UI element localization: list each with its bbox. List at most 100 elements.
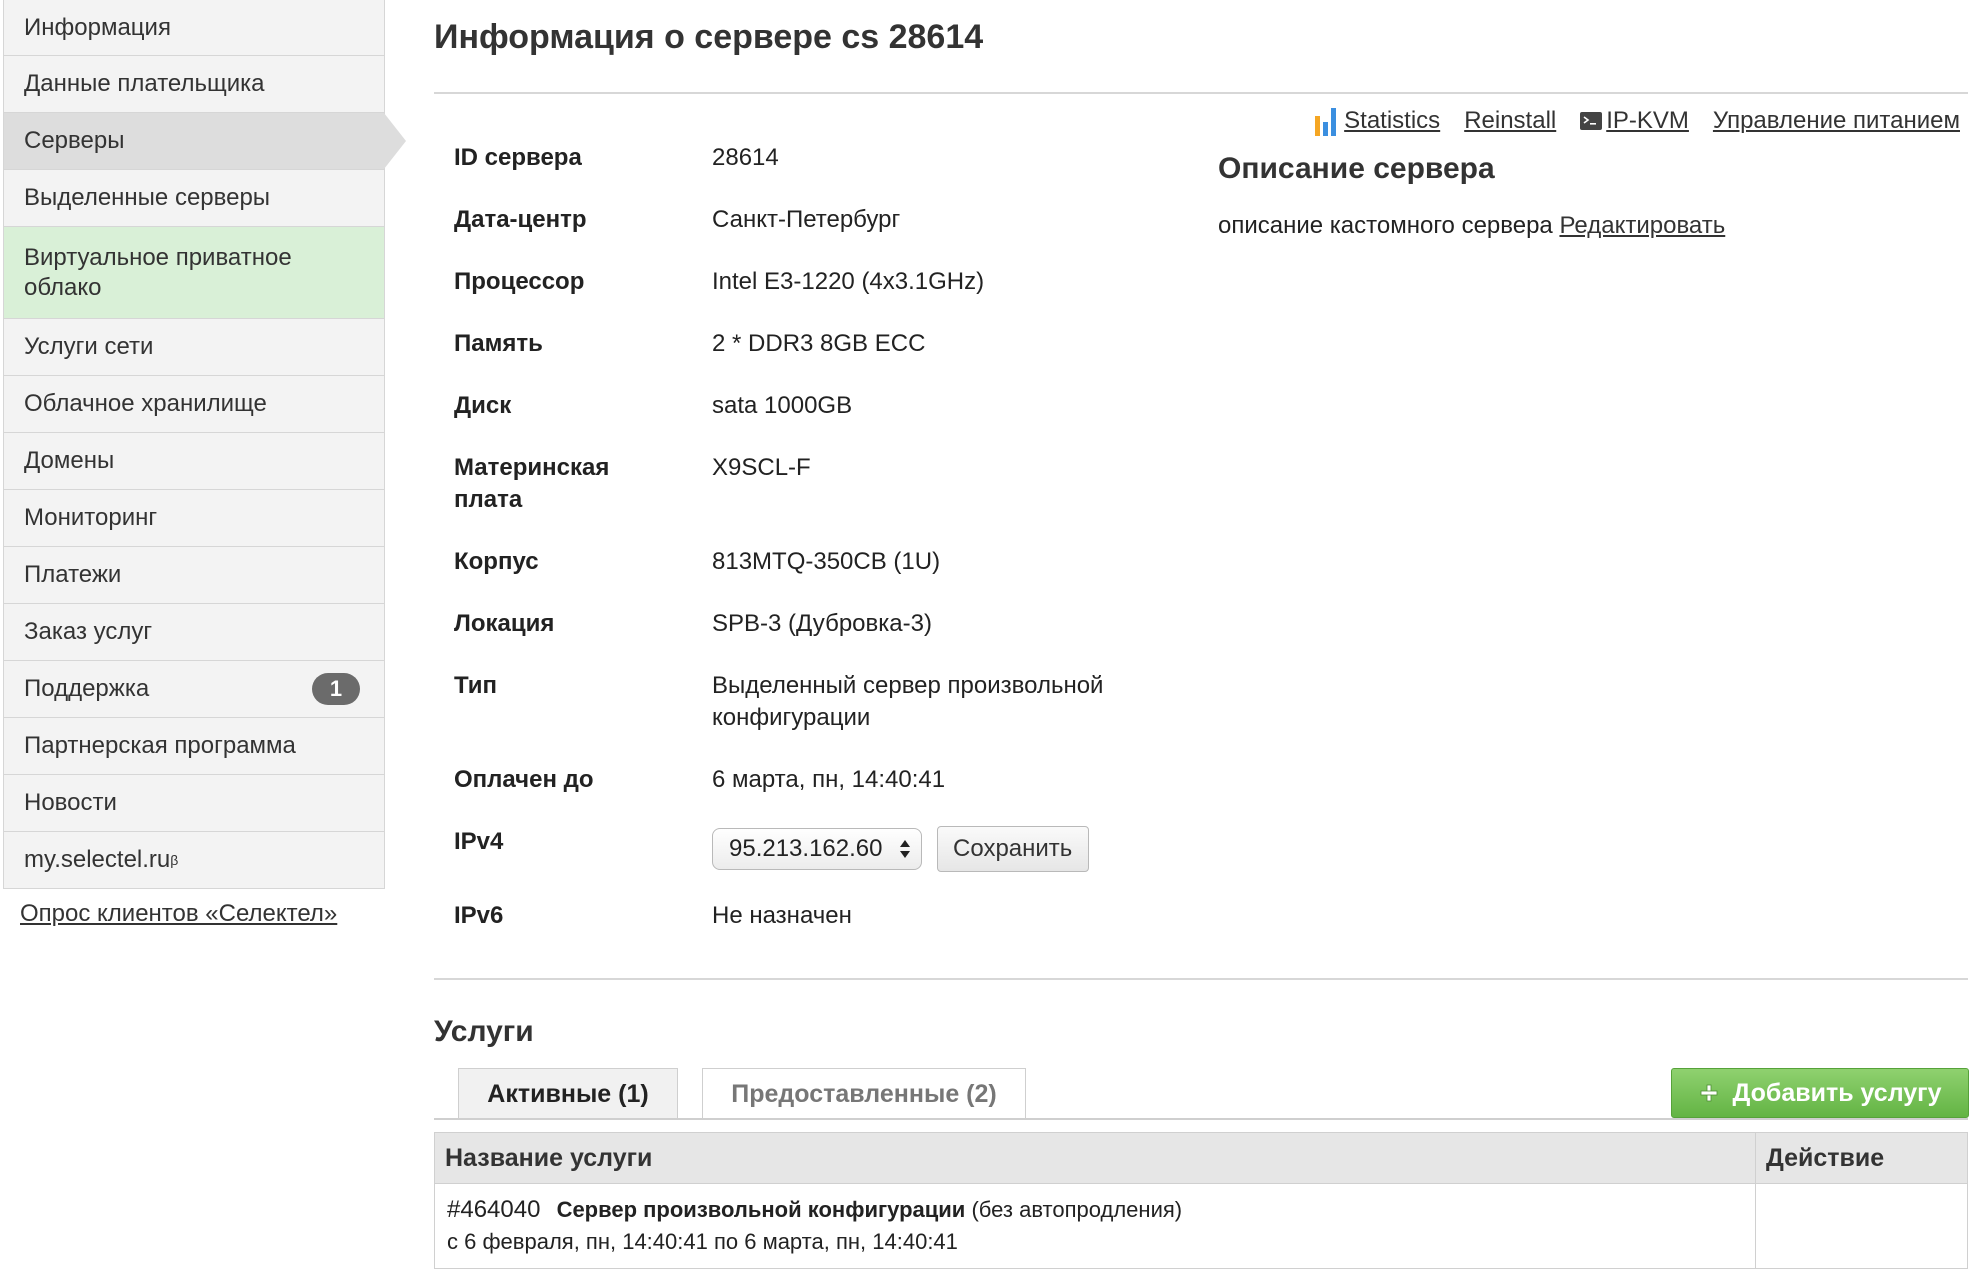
spec-label: Материнская плата	[454, 454, 610, 513]
sidebar-item-label: Новости	[24, 789, 117, 816]
ipv4-selected-value: 95.213.162.60	[729, 835, 883, 862]
sidebar-item-label: Облачное хранилище	[24, 390, 267, 417]
add-service-button[interactable]: Добавить услугу	[1671, 1068, 1969, 1118]
sidebar-item-dedicated-servers[interactable]: Выделенные серверы	[3, 170, 385, 227]
sidebar-item-label: my.selectel.ru	[24, 846, 171, 873]
spec-row: Локация SPB-3 (Дубровка-3)	[454, 608, 1114, 640]
ipkvm-link-group[interactable]: IP-KVM	[1580, 107, 1689, 135]
ipv4-select[interactable]: 95.213.162.60	[712, 828, 922, 870]
sidebar-item-label: Услуги сети	[24, 333, 154, 360]
beta-mark: β	[170, 852, 179, 868]
spec-row: Корпус 813MTQ-350CB (1U)	[454, 546, 1114, 578]
sidebar-item-order-services[interactable]: Заказ услуг	[3, 604, 385, 661]
service-note: (без автопродления)	[971, 1197, 1183, 1222]
tab-active-services[interactable]: Активные (1)	[458, 1068, 678, 1120]
server-description: описание кастомного сервера Редактироват…	[1218, 212, 1725, 240]
spec-label: Локация	[454, 610, 555, 637]
ipkvm-link[interactable]: IP-KVM	[1606, 107, 1689, 135]
spec-value: 6 марта, пн, 14:40:41	[712, 766, 946, 793]
edit-description-link[interactable]: Редактировать	[1559, 212, 1725, 239]
sidebar-item-partner-program[interactable]: Партнерская программа	[3, 718, 385, 775]
spec-label: Оплачен до	[454, 766, 594, 793]
save-button[interactable]: Сохранить	[936, 826, 1089, 872]
add-service-label: Добавить услугу	[1732, 1078, 1942, 1107]
spec-value: Выделенный сервер произвольной конфигура…	[712, 672, 1104, 731]
spec-row: Процессор Intel E3-1220 (4x3.1GHz)	[454, 266, 1114, 298]
reinstall-link[interactable]: Reinstall	[1464, 107, 1556, 135]
sidebar-item-support[interactable]: Поддержка 1	[3, 661, 385, 718]
spec-label: IPv6	[454, 902, 504, 929]
survey-link[interactable]: Опрос клиентов «Селектел»	[20, 900, 337, 928]
tabs-divider	[434, 1118, 1968, 1120]
spec-row: Оплачен до 6 марта, пн, 14:40:41	[454, 764, 1114, 796]
server-specs: ID сервера 28614 Дата-центр Санкт-Петербур…	[454, 142, 1114, 962]
tab-provided-services[interactable]: Предоставленные (2)	[702, 1068, 1026, 1120]
spec-label: Дата-центр	[454, 206, 587, 233]
divider	[434, 978, 1968, 980]
sidebar-item-monitoring[interactable]: Мониторинг	[3, 490, 385, 547]
plus-icon	[1700, 1084, 1717, 1102]
page-title: Информация о сервере cs 28614	[434, 18, 984, 56]
sidebar-item-label: Мониторинг	[24, 504, 158, 531]
statistics-link[interactable]: Statistics	[1344, 107, 1440, 135]
spec-label: Память	[454, 330, 543, 357]
spec-value: sata 1000GB	[712, 392, 853, 419]
sidebar-item-servers[interactable]: Серверы	[3, 113, 406, 170]
service-cell: #464040 Сервер произвольной конфигурации…	[434, 1183, 1756, 1269]
spec-row: Материнская плата X9SCL-F	[454, 452, 1114, 516]
spec-row: Память 2 * DDR3 8GB ECC	[454, 328, 1114, 360]
spec-value: 2 * DDR3 8GB ECC	[712, 330, 926, 357]
sidebar-item-label: Домены	[24, 447, 115, 474]
server-description-title: Описание сервера	[1218, 152, 1495, 185]
sidebar-item-label: Виртуальное приватное облако	[24, 243, 292, 301]
server-toolbar: Statistics Reinstall IP-KVM Управление п…	[1314, 106, 1960, 136]
spec-value: 28614	[712, 144, 779, 171]
terminal-icon	[1580, 112, 1603, 130]
spec-row: IPv4 95.213.162.60 Сохранить	[454, 826, 1114, 872]
sidebar-item-label: Данные плательщика	[24, 70, 265, 97]
sidebar-item-info[interactable]: Информация	[3, 0, 385, 56]
spec-value: 813MTQ-350CB (1U)	[712, 548, 941, 575]
support-count-badge: 1	[312, 673, 360, 705]
spec-value: Санкт-Петербург	[712, 206, 901, 233]
column-header-action: Действие	[1755, 1132, 1968, 1184]
table-row: #464040 Сервер произвольной конфигурации…	[434, 1183, 1968, 1269]
select-arrows-icon	[900, 840, 910, 858]
column-header-name: Название услуги	[434, 1132, 1756, 1184]
power-management-link[interactable]: Управление питанием	[1713, 107, 1960, 135]
statistics-link-group[interactable]: Statistics	[1314, 106, 1440, 136]
spec-label: Диск	[454, 392, 512, 419]
sidebar-item-label: Партнерская программа	[24, 732, 296, 759]
sidebar-item-label: Информация	[24, 13, 171, 41]
sidebar-item-domains[interactable]: Домены	[3, 433, 385, 490]
sidebar-item-cloud-storage[interactable]: Облачное хранилище	[3, 376, 385, 433]
spec-label: Процессор	[454, 268, 585, 295]
sidebar-item-payer-data[interactable]: Данные плательщика	[3, 56, 385, 113]
services-title: Услуги	[434, 1015, 534, 1048]
sidebar-item-label: Поддержка	[24, 675, 150, 702]
spec-label: Тип	[454, 672, 497, 699]
sidebar-item-label: Выделенные серверы	[24, 184, 271, 211]
sidebar-item-label: Заказ услуг	[24, 618, 153, 645]
sidebar-item-payments[interactable]: Платежи	[3, 547, 385, 604]
sidebar-item-label: Платежи	[24, 561, 122, 588]
server-description-text: описание кастомного сервера	[1218, 212, 1553, 239]
sidebar-item-label: Серверы	[24, 127, 125, 154]
table-header-row: Название услуги Действие	[434, 1132, 1968, 1184]
statistics-icon	[1315, 108, 1337, 136]
service-period: с 6 февраля, пн, 14:40:41 по 6 марта, пн…	[447, 1229, 958, 1254]
spec-row: Тип Выделенный сервер произвольной конфиг…	[454, 670, 1114, 734]
spec-value: Intel E3-1220 (4x3.1GHz)	[712, 268, 985, 295]
spec-row: Дата-центр Санкт-Петербург	[454, 204, 1114, 236]
spec-row: ID сервера 28614	[454, 142, 1114, 174]
sidebar-item-news[interactable]: Новости	[3, 775, 385, 832]
divider	[434, 92, 1968, 94]
spec-row: IPv6 Не назначен	[454, 900, 1114, 932]
sidebar-item-my-selectel[interactable]: my.selectel.ru β	[3, 832, 385, 889]
spec-value: SPB-3 (Дубровка-3)	[712, 610, 932, 637]
spec-row: Диск sata 1000GB	[454, 390, 1114, 422]
sidebar-item-vpc[interactable]: Виртуальное приватное облако	[3, 227, 385, 319]
sidebar-item-network-services[interactable]: Услуги сети	[3, 319, 385, 376]
service-id: #464040	[447, 1196, 541, 1223]
spec-label: ID сервера	[454, 144, 582, 171]
